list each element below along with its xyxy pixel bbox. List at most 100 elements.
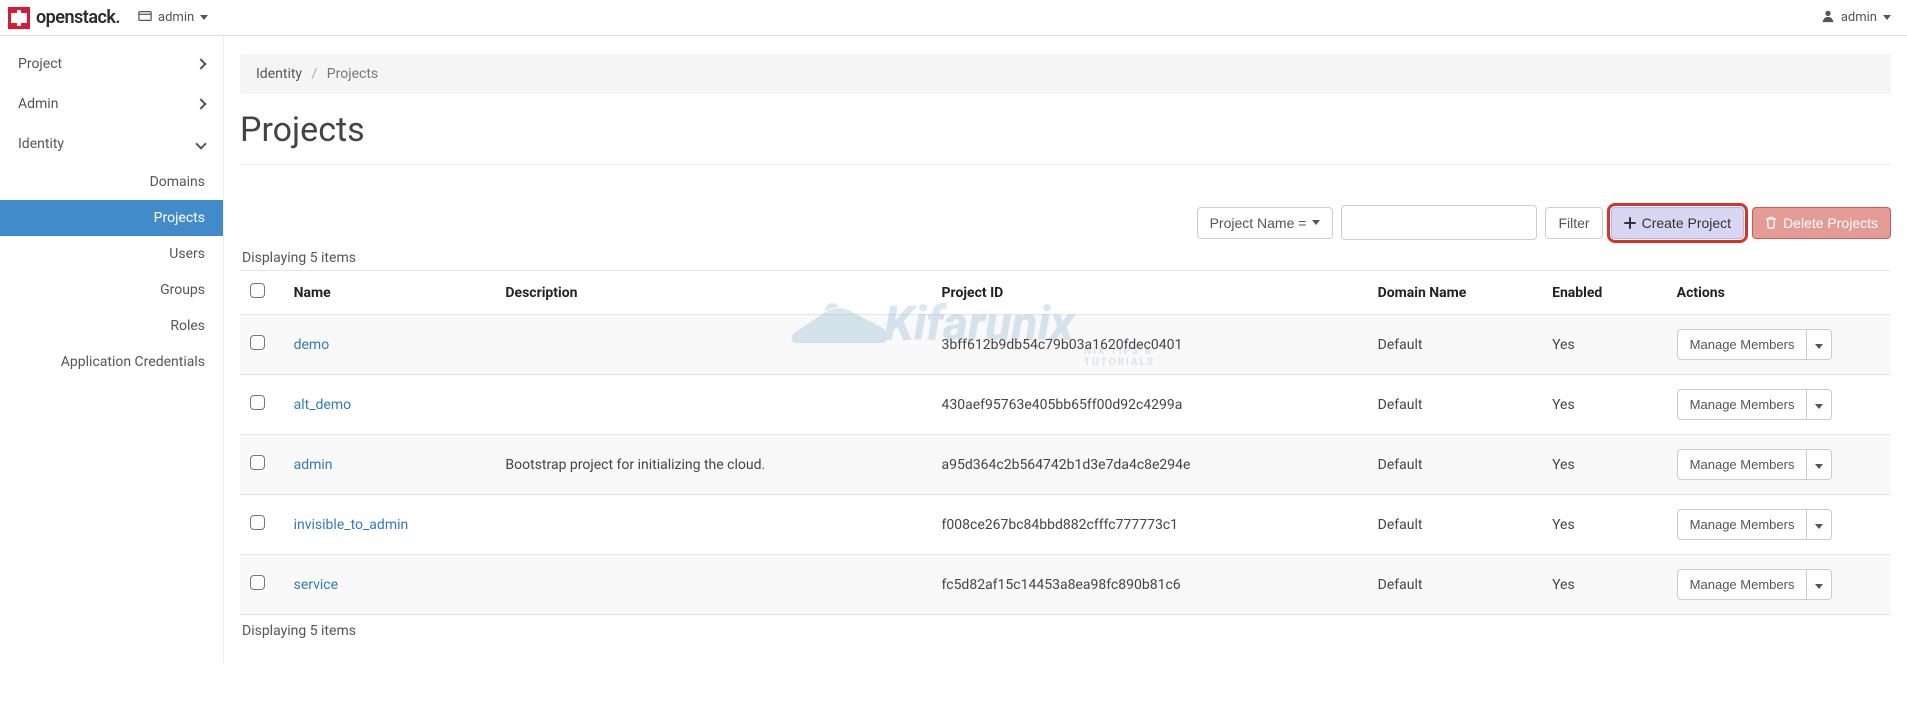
- row-actions-dropdown[interactable]: [1807, 569, 1832, 600]
- project-name-link[interactable]: invisible_to_admin: [294, 517, 409, 533]
- sidebar-item-users[interactable]: Users: [0, 236, 223, 272]
- page-title: Projects: [240, 110, 1891, 150]
- row-actions-dropdown[interactable]: [1807, 449, 1832, 480]
- table-row: alt_demo 430aef95763e405bb65ff00d92c4299…: [240, 375, 1891, 435]
- sidebar-group-admin[interactable]: Admin: [0, 84, 223, 124]
- project-enabled: Yes: [1542, 555, 1667, 615]
- col-header-enabled[interactable]: Enabled: [1542, 271, 1667, 315]
- row-checkbox[interactable]: [250, 335, 265, 350]
- project-name-link[interactable]: service: [294, 577, 338, 593]
- project-id: 3bff612b9db54c79b03a1620fdec0401: [932, 315, 1368, 375]
- user-menu[interactable]: admin: [1821, 9, 1891, 27]
- top-navbar: openstack. admin admin: [0, 0, 1907, 36]
- col-header-name[interactable]: Name: [284, 271, 496, 315]
- sidebar-item-roles[interactable]: Roles: [0, 308, 223, 344]
- row-actions: Manage Members: [1677, 389, 1881, 420]
- manage-members-button[interactable]: Manage Members: [1677, 569, 1808, 600]
- select-all-checkbox[interactable]: [250, 283, 265, 298]
- brand-logo[interactable]: openstack.: [8, 7, 120, 29]
- project-domain-name: Default: [1368, 435, 1542, 495]
- row-actions-dropdown[interactable]: [1807, 329, 1832, 360]
- project-enabled: Yes: [1542, 315, 1667, 375]
- col-header-domain-name[interactable]: Domain Name: [1368, 271, 1542, 315]
- navbar-left: openstack. admin: [8, 7, 208, 29]
- col-header-description[interactable]: Description: [495, 271, 931, 315]
- displaying-count-top: Displaying 5 items: [242, 250, 1891, 266]
- project-enabled: Yes: [1542, 495, 1667, 555]
- filter-button[interactable]: Filter: [1545, 207, 1602, 239]
- projects-table: Name Description Project ID Domain Name …: [240, 270, 1891, 615]
- project-description: [495, 375, 931, 435]
- breadcrumb-current: Projects: [327, 66, 378, 82]
- manage-members-button[interactable]: Manage Members: [1677, 509, 1808, 540]
- sidebar-group-project[interactable]: Project: [0, 44, 223, 84]
- project-id: a95d364c2b564742b1d3e7da4c8e294e: [932, 435, 1368, 495]
- row-checkbox[interactable]: [250, 575, 265, 590]
- table-header-row: Name Description Project ID Domain Name …: [240, 271, 1891, 315]
- project-name-link[interactable]: alt_demo: [294, 397, 352, 413]
- trash-icon: [1765, 216, 1777, 229]
- caret-down-icon: [1312, 220, 1320, 225]
- project-name-link[interactable]: demo: [294, 337, 330, 353]
- create-project-button[interactable]: Create Project: [1611, 207, 1744, 239]
- col-header-project-id[interactable]: Project ID: [932, 271, 1368, 315]
- sidebar-item-groups[interactable]: Groups: [0, 272, 223, 308]
- delete-projects-button[interactable]: Delete Projects: [1752, 207, 1891, 239]
- table-toolbar: Project Name = Filter Create Project Del…: [240, 205, 1891, 240]
- table-row: admin Bootstrap project for initializing…: [240, 435, 1891, 495]
- project-enabled: Yes: [1542, 375, 1667, 435]
- project-name-link[interactable]: admin: [294, 457, 333, 473]
- project-description: [495, 555, 931, 615]
- caret-down-icon: [1815, 404, 1823, 409]
- row-actions: Manage Members: [1677, 329, 1881, 360]
- project-domain-name: Default: [1368, 315, 1542, 375]
- manage-members-button[interactable]: Manage Members: [1677, 449, 1808, 480]
- breadcrumb: Identity / Projects: [240, 54, 1891, 94]
- project-description: [495, 315, 931, 375]
- main-content: Kifarunix NIX TIPS & TUTORIALS Identity …: [224, 36, 1907, 663]
- row-actions-dropdown[interactable]: [1807, 509, 1832, 540]
- caret-down-icon: [1815, 584, 1823, 589]
- project-id: fc5d82af15c14453a8ea98fc890b81c6: [932, 555, 1368, 615]
- row-checkbox[interactable]: [250, 395, 265, 410]
- sidebar-item-projects[interactable]: Projects: [0, 200, 223, 236]
- project-description: [495, 495, 931, 555]
- caret-down-icon: [1883, 15, 1891, 20]
- row-actions-dropdown[interactable]: [1807, 389, 1832, 420]
- sidebar-item-domains[interactable]: Domains: [0, 164, 223, 200]
- sidebar: Project Admin Identity Domains Projects …: [0, 36, 224, 663]
- sidebar-group-identity[interactable]: Identity: [0, 124, 223, 164]
- filter-field-label: Project Name =: [1210, 215, 1307, 231]
- create-project-label: Create Project: [1642, 215, 1731, 231]
- sidebar-item-application-credentials[interactable]: Application Credentials: [0, 344, 223, 380]
- brand-name: openstack.: [36, 7, 120, 28]
- filter-field-select[interactable]: Project Name =: [1197, 207, 1334, 239]
- project-domain-name: Default: [1368, 375, 1542, 435]
- breadcrumb-separator: /: [312, 66, 318, 82]
- project-domain-name: Default: [1368, 555, 1542, 615]
- project-enabled: Yes: [1542, 435, 1667, 495]
- row-checkbox[interactable]: [250, 515, 265, 530]
- table-row: invisible_to_admin f008ce267bc84bbd882cf…: [240, 495, 1891, 555]
- domain-label: admin: [158, 10, 194, 25]
- plus-icon: [1624, 217, 1636, 229]
- sidebar-group-label: Admin: [18, 96, 58, 112]
- caret-down-icon: [1815, 464, 1823, 469]
- project-id: 430aef95763e405bb65ff00d92c4299a: [932, 375, 1368, 435]
- project-description: Bootstrap project for initializing the c…: [495, 435, 931, 495]
- chevron-right-icon: [195, 58, 206, 69]
- breadcrumb-parent[interactable]: Identity: [256, 66, 302, 82]
- domain-icon: [138, 9, 152, 27]
- openstack-icon: [8, 7, 30, 29]
- chevron-down-icon: [195, 138, 206, 149]
- filter-input[interactable]: [1341, 205, 1537, 240]
- chevron-right-icon: [195, 98, 206, 109]
- table-row: demo 3bff612b9db54c79b03a1620fdec0401 De…: [240, 315, 1891, 375]
- manage-members-button[interactable]: Manage Members: [1677, 389, 1808, 420]
- domain-switcher[interactable]: admin: [138, 9, 208, 27]
- sidebar-group-label: Identity: [18, 136, 64, 152]
- row-checkbox[interactable]: [250, 455, 265, 470]
- user-icon: [1821, 9, 1835, 27]
- row-actions: Manage Members: [1677, 449, 1881, 480]
- manage-members-button[interactable]: Manage Members: [1677, 329, 1808, 360]
